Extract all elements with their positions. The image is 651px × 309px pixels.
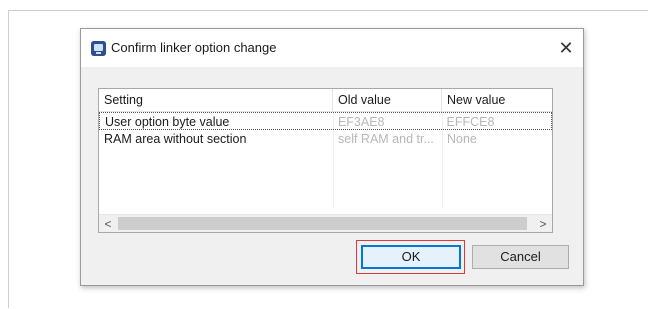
page: Confirm linker option change ✕ Setting O… [0, 0, 651, 309]
column-header-setting[interactable]: Setting [99, 89, 333, 111]
chevron-left-icon: < [104, 216, 112, 231]
dialog-title: Confirm linker option change [111, 40, 277, 55]
close-icon: ✕ [558, 37, 574, 58]
chevron-right-icon: > [539, 216, 547, 231]
close-button[interactable]: ✕ [553, 35, 579, 61]
settings-table: Setting Old value New value User option … [98, 88, 553, 233]
new-value-cell: None [447, 132, 477, 146]
column-header-new-value[interactable]: New value [442, 89, 552, 111]
cancel-button[interactable]: Cancel [472, 245, 569, 269]
setting-cell: User option byte value [105, 115, 230, 129]
table-header: Setting Old value New value [99, 89, 552, 112]
scroll-right-button[interactable]: > [534, 215, 552, 232]
old-value-cell: EF3AE8 [337, 115, 385, 129]
horizontal-scrollbar[interactable]: < > [99, 214, 552, 232]
app-icon [91, 41, 106, 56]
old-value-cell: self RAM and tr... [338, 132, 434, 146]
setting-cell: RAM area without section [104, 132, 247, 146]
scroll-thumb[interactable] [118, 217, 527, 230]
ok-button[interactable]: OK [361, 245, 461, 269]
table-row[interactable]: RAM area without section self RAM and tr… [99, 130, 552, 148]
new-value-cell: EFFCE8 [446, 115, 495, 129]
table-row[interactable]: User option byte value EF3AE8 EFFCE8 [99, 112, 552, 130]
table-body: User option byte value EF3AE8 EFFCE8 RAM… [99, 112, 552, 208]
dialog-titlebar: Confirm linker option change ✕ [81, 29, 583, 67]
confirm-dialog: Confirm linker option change ✕ Setting O… [80, 28, 584, 286]
scroll-left-button[interactable]: < [99, 215, 117, 232]
column-header-old-value[interactable]: Old value [333, 89, 442, 111]
